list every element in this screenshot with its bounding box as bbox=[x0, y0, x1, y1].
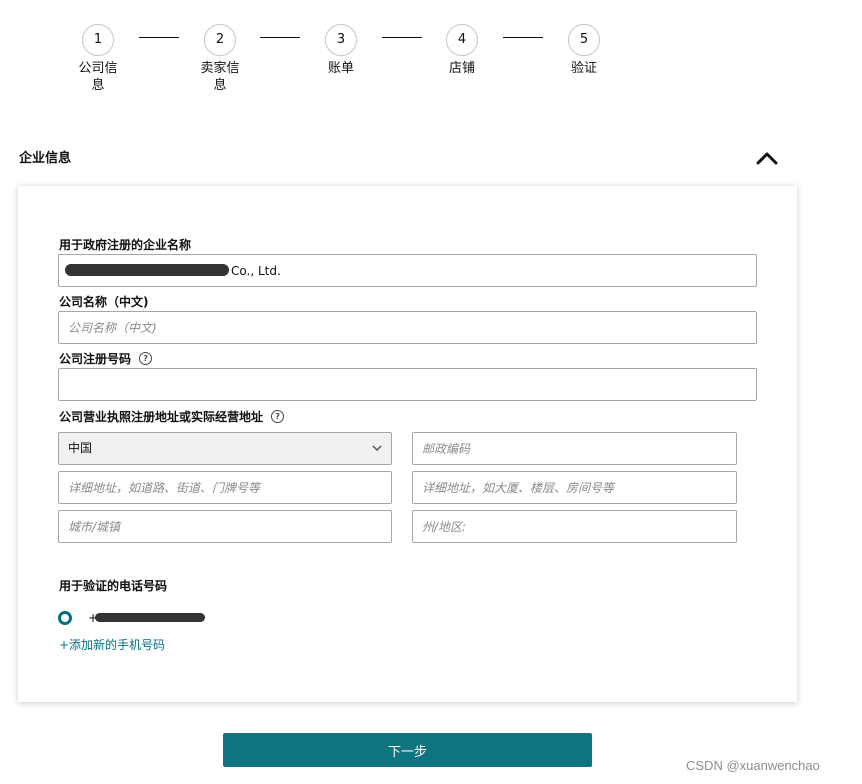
phone-label: 用于验证的电话号码 bbox=[59, 579, 168, 593]
step-3: 3 账单 bbox=[311, 24, 371, 77]
step-2: 2 卖家信息 bbox=[190, 24, 250, 94]
step-5-label: 验证 bbox=[570, 61, 597, 76]
redacted-text bbox=[95, 613, 205, 622]
collapse-section-button[interactable] bbox=[752, 146, 782, 170]
step-1-number: 1 bbox=[82, 24, 114, 56]
registration-number-input[interactable] bbox=[58, 368, 757, 401]
registered-name-value: Co., Ltd. bbox=[231, 264, 281, 278]
registered-name-field[interactable]: Co., Ltd. bbox=[58, 254, 757, 287]
step-connector bbox=[260, 37, 300, 38]
address-line2-input[interactable] bbox=[412, 471, 737, 504]
step-3-label: 账单 bbox=[327, 61, 354, 76]
company-name-cn-input[interactable] bbox=[58, 311, 757, 344]
company-name-cn-label: 公司名称（中文) bbox=[59, 295, 149, 309]
step-connector bbox=[503, 37, 543, 38]
state-input[interactable] bbox=[412, 510, 737, 543]
next-button[interactable]: 下一步 bbox=[223, 733, 592, 767]
registered-name-label: 用于政府注册的企业名称 bbox=[59, 238, 192, 252]
city-input[interactable] bbox=[58, 510, 392, 543]
redacted-text bbox=[65, 264, 229, 276]
chevron-up-icon bbox=[756, 152, 778, 165]
add-phone-link[interactable]: +添加新的手机号码 bbox=[59, 636, 165, 653]
step-4-number: 4 bbox=[446, 24, 478, 56]
step-5: 5 验证 bbox=[554, 24, 614, 77]
address-label: 公司营业执照注册地址或实际经营地址 ? bbox=[59, 408, 285, 425]
step-4-label: 店铺 bbox=[448, 61, 475, 76]
step-4: 4 店铺 bbox=[432, 24, 492, 77]
section-title: 企业信息 bbox=[19, 151, 72, 166]
postal-code-input[interactable] bbox=[412, 432, 737, 465]
chevron-down-icon bbox=[372, 445, 382, 452]
step-5-number: 5 bbox=[568, 24, 600, 56]
step-connector bbox=[382, 37, 422, 38]
progress-stepper: 1 公司信息 2 卖家信息 3 账单 4 店铺 5 验证 bbox=[0, 24, 862, 104]
step-connector bbox=[139, 37, 179, 38]
step-1-label: 公司信息 bbox=[78, 61, 118, 93]
help-icon[interactable]: ? bbox=[139, 352, 153, 365]
watermark: CSDN @xuanwenchao bbox=[686, 758, 820, 773]
registration-number-label: 公司注册号码 ? bbox=[59, 350, 153, 367]
step-1: 1 公司信息 bbox=[68, 24, 128, 94]
business-info-card: 用于政府注册的企业名称 Co., Ltd. 公司名称（中文) 公司注册号码 ? … bbox=[18, 186, 797, 702]
country-select[interactable]: 中国 bbox=[58, 432, 392, 465]
step-3-number: 3 bbox=[325, 24, 357, 56]
step-2-label: 卖家信息 bbox=[200, 61, 240, 93]
address-line1-input[interactable] bbox=[58, 471, 392, 504]
phone-radio[interactable] bbox=[58, 611, 72, 625]
country-select-value: 中国 bbox=[68, 441, 93, 455]
step-2-number: 2 bbox=[204, 24, 236, 56]
help-icon[interactable]: ? bbox=[271, 410, 285, 423]
